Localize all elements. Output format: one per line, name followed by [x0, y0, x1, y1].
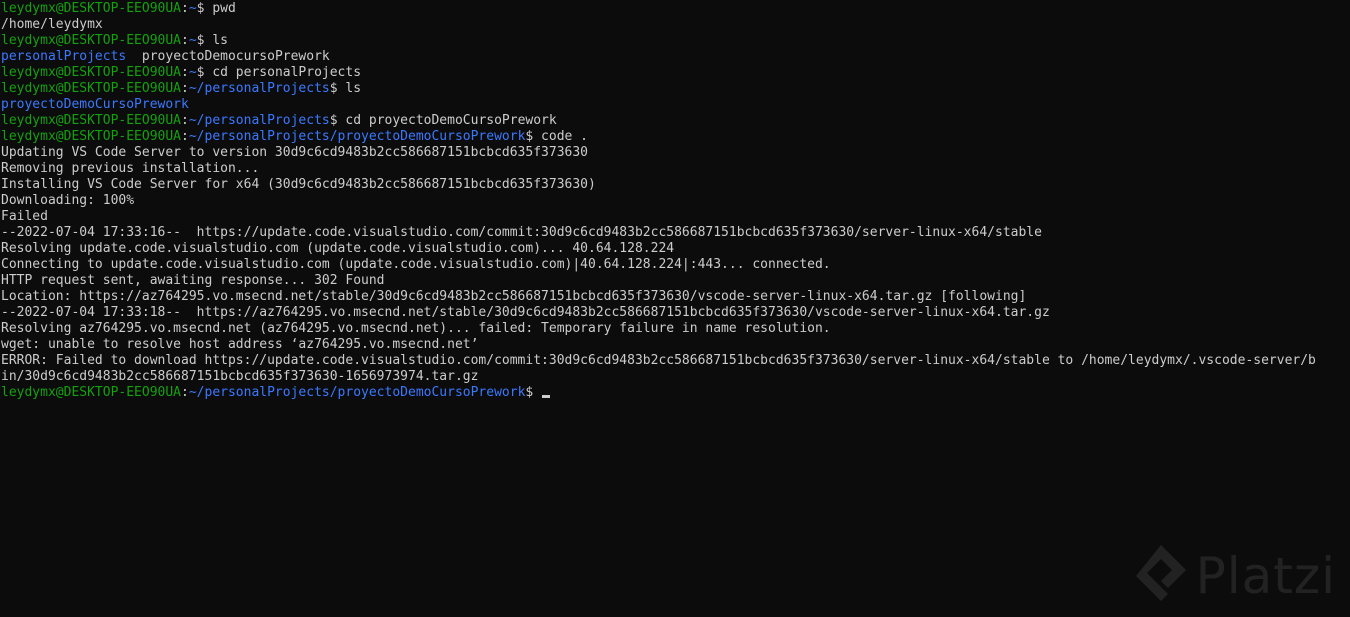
output-line: Removing previous installation...: [1, 161, 260, 176]
prompt-symbol: $: [196, 1, 213, 16]
prompt-line: leydymx@DESKTOP-EEO90UA:~/personalProjec…: [1, 113, 1350, 129]
prompt-symbol: $: [329, 113, 346, 128]
output-line: /home/leydymx: [1, 17, 103, 32]
prompt-separator: :: [181, 65, 189, 80]
prompt-user-host: leydymx@DESKTOP-EEO90UA: [1, 385, 182, 400]
terminal-window[interactable]: leydymx@DESKTOP-EEO90UA:~$ pwd/home/leyd…: [0, 0, 1350, 617]
platzi-logo-icon: [1132, 541, 1190, 611]
prompt-path: ~: [188, 1, 197, 16]
prompt-separator: :: [181, 81, 189, 96]
terminal-output: leydymx@DESKTOP-EEO90UA:~$ pwd/home/leyd…: [1, 1, 1350, 401]
ls-output-line: proyectoDemoCursoPrework: [1, 97, 1350, 113]
prompt-line: leydymx@DESKTOP-EEO90UA:~$ ls: [1, 33, 1350, 49]
output-line: HTTP request sent, awaiting response... …: [1, 273, 385, 288]
prompt-user-host: leydymx@DESKTOP-EEO90UA: [1, 33, 182, 48]
prompt-path: ~/personalProjects/proyectoDemoCursoPrew…: [188, 129, 526, 144]
prompt-separator: :: [181, 33, 189, 48]
platzi-watermark: Platzi: [1132, 541, 1336, 611]
prompt-line: leydymx@DESKTOP-EEO90UA:~/personalProjec…: [1, 129, 1350, 145]
output-line: Resolving update.code.visualstudio.com (…: [1, 241, 675, 256]
output-line: Location: https://az764295.vo.msecnd.net…: [1, 289, 1027, 304]
prompt-path: ~: [188, 33, 197, 48]
output-line: ERROR: Failed to download https://update…: [1, 353, 1316, 368]
output-line: Downloading: 100%: [1, 193, 135, 208]
prompt-symbol: $: [525, 385, 542, 400]
prompt-line: leydymx@DESKTOP-EEO90UA:~/personalProjec…: [1, 81, 1350, 97]
output-line: --2022-07-04 17:33:16-- https://update.c…: [1, 225, 1042, 240]
prompt-path: ~/personalProjects: [188, 113, 330, 128]
output-line: Installing VS Code Server for x64 (30d9c…: [1, 177, 596, 192]
prompt-command: ls: [212, 33, 228, 48]
output-line: Resolving az764295.vo.msecnd.net (az7642…: [1, 321, 831, 336]
prompt-separator: :: [181, 385, 189, 400]
output-line: Failed: [1, 209, 48, 224]
prompt-command: code .: [541, 129, 589, 144]
prompt-command: cd proyectoDemoCursoPrework: [345, 113, 557, 128]
platzi-wordmark: Platzi: [1195, 547, 1336, 605]
file-entry: proyectoDemocursoPrework: [126, 49, 330, 64]
prompt-path: ~/personalProjects/proyectoDemoCursoPrew…: [188, 385, 526, 400]
prompt-line: leydymx@DESKTOP-EEO90UA:~/personalProjec…: [1, 385, 1350, 401]
prompt-user-host: leydymx@DESKTOP-EEO90UA: [1, 65, 182, 80]
prompt-separator: :: [181, 1, 189, 16]
prompt-separator: :: [181, 129, 189, 144]
output-line: in/30d9c6cd9483b2cc586687151bcbcd635f373…: [1, 369, 479, 384]
prompt-path: ~: [188, 65, 197, 80]
prompt-line: leydymx@DESKTOP-EEO90UA:~$ cd personalPr…: [1, 65, 1350, 81]
prompt-command: pwd: [212, 1, 236, 16]
prompt-symbol: $: [525, 129, 542, 144]
text-cursor[interactable]: [542, 395, 551, 398]
output-line: wget: unable to resolve host address ‘az…: [1, 337, 479, 352]
ls-output-line: personalProjects proyectoDemocursoPrewor…: [1, 49, 1350, 65]
prompt-path: ~/personalProjects: [188, 81, 330, 96]
prompt-symbol: $: [196, 65, 213, 80]
directory-entry: personalProjects: [1, 49, 127, 64]
directory-entry: proyectoDemoCursoPrework: [1, 97, 189, 112]
prompt-symbol: $: [329, 81, 346, 96]
prompt-command: ls: [345, 81, 362, 96]
output-line: Updating VS Code Server to version 30d9c…: [1, 145, 588, 160]
prompt-user-host: leydymx@DESKTOP-EEO90UA: [1, 81, 182, 96]
prompt-command: cd personalProjects: [212, 65, 362, 80]
prompt-user-host: leydymx@DESKTOP-EEO90UA: [1, 113, 182, 128]
prompt-line: leydymx@DESKTOP-EEO90UA:~$ pwd: [1, 1, 1350, 17]
output-line: --2022-07-04 17:33:18-- https://az764295…: [1, 305, 1050, 320]
prompt-symbol: $: [196, 33, 213, 48]
prompt-user-host: leydymx@DESKTOP-EEO90UA: [1, 129, 182, 144]
prompt-user-host: leydymx@DESKTOP-EEO90UA: [1, 1, 182, 16]
prompt-separator: :: [181, 113, 189, 128]
output-line: Connecting to update.code.visualstudio.c…: [1, 257, 831, 272]
